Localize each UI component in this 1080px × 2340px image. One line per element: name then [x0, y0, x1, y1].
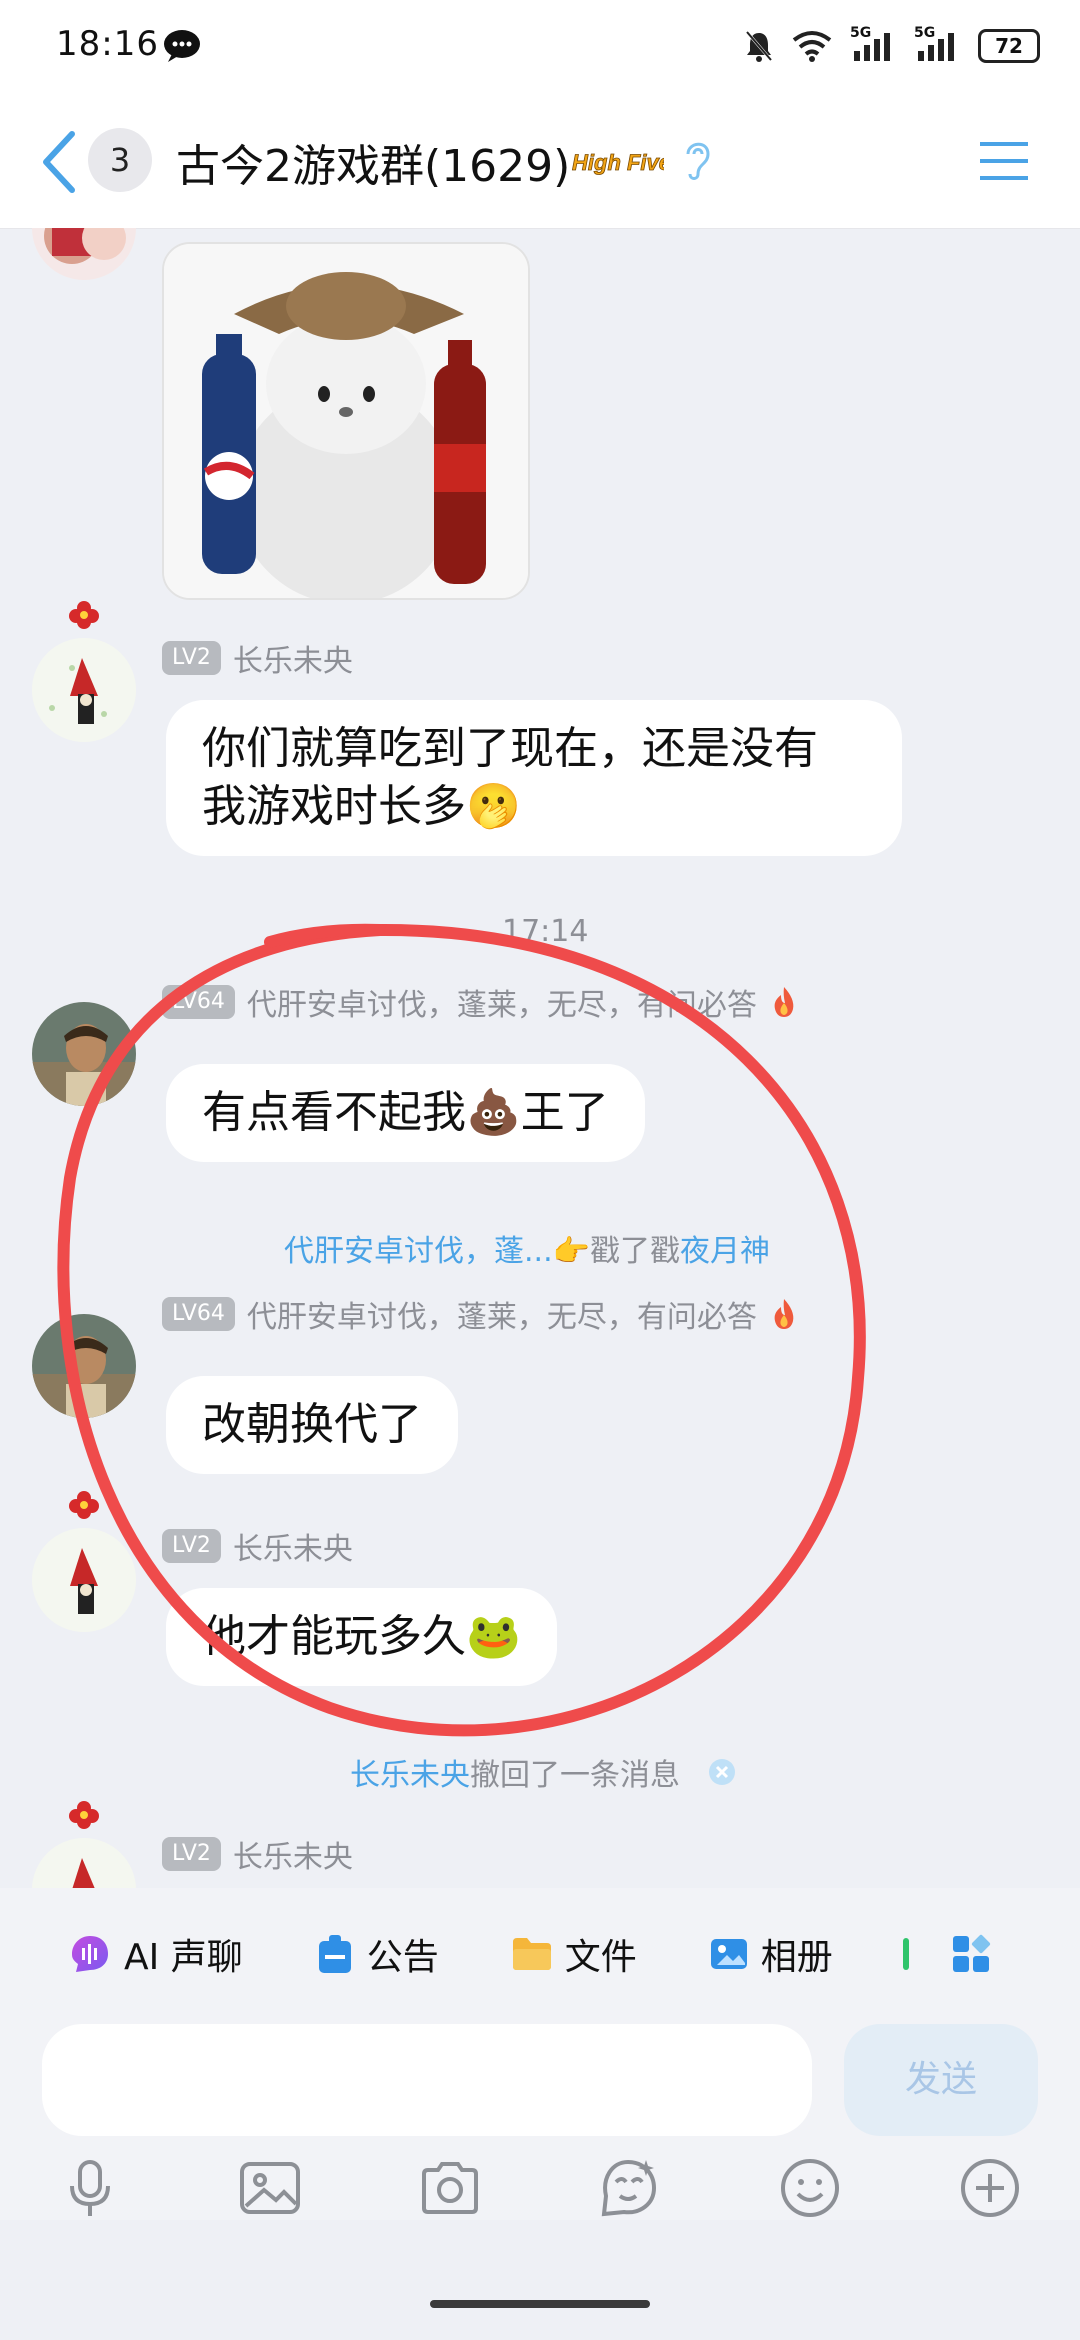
poke-actor-link[interactable]: 代肝安卓讨伐，蓬...	[284, 1234, 553, 1269]
group-title[interactable]: 古今2游戏群(1629)	[176, 130, 570, 194]
chat-message-list[interactable]: LV2 长乐未央 你们就算吃到了现在，还是没有 我游戏时长多🫢 17:14 LV…	[0, 228, 1080, 1888]
signal-5g-icon: 5G	[850, 25, 896, 63]
mute-bell-icon	[745, 31, 773, 62]
flame-icon	[774, 987, 794, 1017]
sender-name[interactable]: 代肝安卓讨伐，蓬莱，无尽，有问必答	[247, 980, 757, 1024]
microphone-icon[interactable]	[58, 2156, 122, 2220]
sender-info: LV2 长乐未央	[162, 1832, 353, 1876]
quick-actions-row: AI 声聊 公告 文件 相册	[0, 1888, 1080, 2020]
album-icon	[710, 1939, 747, 1969]
image-icon[interactable]	[238, 2156, 302, 2220]
status-time: 18:16	[56, 24, 159, 64]
wifi-icon	[792, 31, 832, 62]
flower-badge-icon	[69, 601, 99, 629]
status-icons: 5G 5G 72	[744, 25, 1040, 66]
flame-icon	[774, 1299, 794, 1329]
sender-name[interactable]: 长乐未央	[233, 636, 353, 680]
poke-target-link[interactable]: 夜月神	[680, 1234, 770, 1269]
recall-actor-link[interactable]: 长乐未央	[350, 1758, 470, 1793]
level-badge: LV2	[162, 641, 221, 675]
sender-name[interactable]: 长乐未央	[233, 1524, 353, 1568]
poke-hand-icon: 👉	[552, 1234, 590, 1269]
recall-notice: 长乐未央撤回了一条消息	[350, 1750, 736, 1794]
quick-action-label: 相册	[760, 1937, 833, 1978]
quick-action-ai-voice[interactable]: AI 声聊	[68, 1928, 243, 1980]
sender-info: LV2 长乐未央	[162, 1524, 353, 1568]
svg-text:High Five: High Five	[572, 150, 664, 175]
apps-grid-icon[interactable]	[951, 1934, 991, 1974]
announcement-icon	[318, 1935, 351, 1973]
message-bubble[interactable]: 你们就算吃到了现在，还是没有 我游戏时长多🫢	[166, 700, 902, 856]
folder-icon	[512, 1938, 551, 1970]
avatar[interactable]	[32, 1528, 136, 1632]
time-divider: 17:14	[502, 914, 589, 949]
level-badge: LV64	[162, 1297, 235, 1331]
high-five-badge-icon: High Five	[568, 142, 672, 180]
input-tools-row	[0, 2156, 1080, 2220]
message-bubble[interactable]: 改朝换代了	[166, 1376, 458, 1474]
ai-voice-icon	[72, 1936, 108, 1972]
sender-info: LV64 代肝安卓讨伐，蓬莱，无尽，有问必答	[162, 1292, 799, 1336]
avatar[interactable]	[32, 1314, 136, 1418]
unread-count-badge[interactable]: 3	[88, 128, 152, 192]
poke-notice: 代肝安卓讨伐，蓬...👉戳了戳夜月神	[284, 1226, 770, 1270]
quick-action-label: 文件	[564, 1937, 637, 1978]
message-text: 改朝换代了	[202, 1399, 422, 1450]
message-text: 你们就算吃到了现在，还是没有	[202, 723, 818, 774]
level-badge: LV64	[162, 985, 235, 1019]
avatar[interactable]	[32, 228, 136, 280]
flower-badge-icon	[69, 1491, 99, 1519]
message-bubble[interactable]: 他才能玩多久🐸	[166, 1588, 557, 1686]
chat-notification-icon	[164, 30, 200, 62]
level-badge: LV2	[162, 1529, 221, 1563]
ear-icon[interactable]	[680, 136, 716, 184]
camera-icon[interactable]	[418, 2156, 482, 2220]
bottom-toolbar: AI 声聊 公告 文件 相册 发送	[0, 1888, 1080, 2220]
poke-action-text: 戳了戳	[589, 1234, 680, 1269]
avatar[interactable]	[32, 638, 136, 742]
message-bubble[interactable]: 有点看不起我💩王了	[166, 1064, 645, 1162]
quick-action-files[interactable]: 文件	[511, 1928, 637, 1980]
level-badge: LV2	[162, 1837, 221, 1871]
flower-badge-icon	[69, 1801, 99, 1829]
cat-with-cola-sticker-icon	[164, 244, 528, 598]
avatar[interactable]	[32, 1838, 136, 1888]
message-text: 有点看不起我💩王了	[202, 1087, 609, 1138]
menu-icon[interactable]	[976, 136, 1032, 186]
message-text: 我游戏时长多🫢	[202, 781, 521, 832]
message-input[interactable]	[42, 2024, 812, 2136]
sender-info: LV2 长乐未央	[162, 636, 353, 680]
quick-action-announcement[interactable]: 公告	[315, 1928, 439, 1980]
sender-name[interactable]: 长乐未央	[233, 1832, 353, 1876]
plus-icon[interactable]	[958, 2156, 1022, 2220]
sender-info: LV64 代肝安卓讨伐，蓬莱，无尽，有问必答	[162, 980, 799, 1024]
quick-action-label: 公告	[366, 1937, 439, 1978]
status-bar: 18:16 5G 5G 72	[0, 0, 1080, 96]
message-text: 他才能玩多久🐸	[202, 1611, 521, 1662]
quick-action-album[interactable]: 相册	[709, 1928, 833, 1980]
back-button[interactable]	[28, 124, 88, 200]
chat-header: 3 古今2游戏群(1629) High Five	[0, 96, 1080, 229]
close-icon[interactable]	[708, 1758, 736, 1786]
scroll-indicator	[902, 1938, 909, 1970]
emoji-icon[interactable]	[778, 2156, 842, 2220]
avatar[interactable]	[32, 1002, 136, 1106]
recall-action-text: 撤回了一条消息	[470, 1758, 680, 1793]
home-indicator[interactable]	[430, 2300, 650, 2308]
quick-action-label: AI 声聊	[124, 1937, 243, 1978]
sender-name[interactable]: 代肝安卓讨伐，蓬莱，无尽，有问必答	[247, 1292, 757, 1336]
signal-5g-icon-2: 5G	[914, 25, 960, 63]
send-button[interactable]: 发送	[844, 2024, 1038, 2136]
sticker-image[interactable]	[162, 242, 530, 600]
battery-indicator: 72	[978, 29, 1040, 63]
sticker-icon[interactable]	[596, 2156, 660, 2220]
